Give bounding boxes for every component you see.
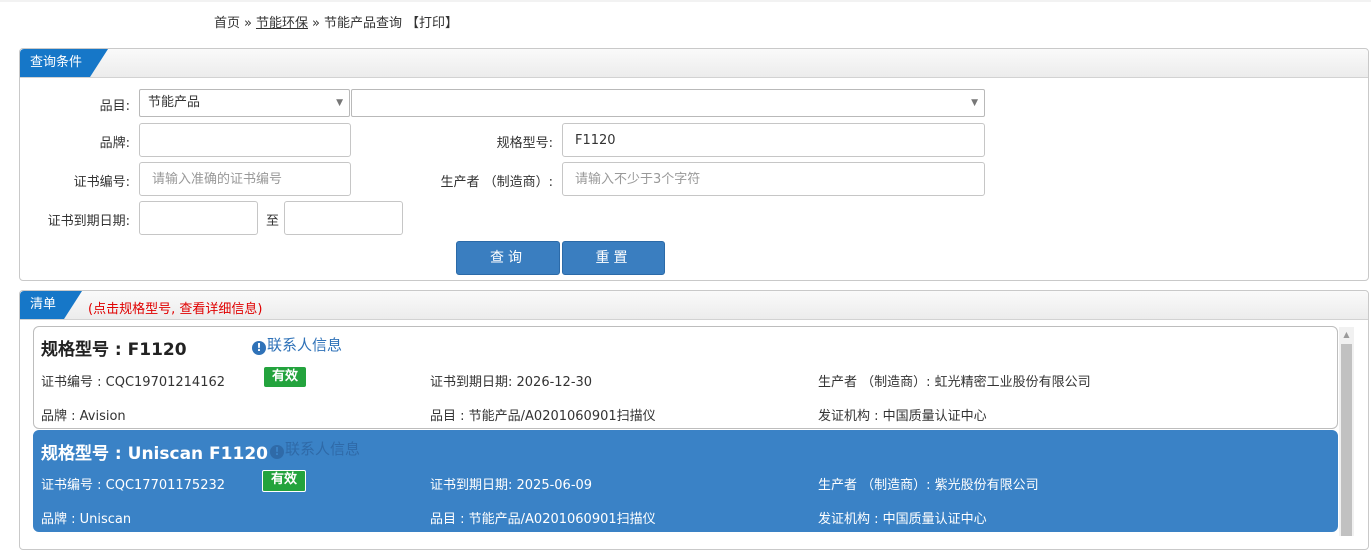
brand: 品牌 : Avision [41, 409, 126, 424]
category-select-value: 节能产品 [148, 95, 201, 110]
list-panel-header: 清单 (点击规格型号, 查看详细信息) [20, 291, 1368, 320]
breadcrumb-home[interactable]: 首页 [214, 16, 240, 31]
info-icon: ! [270, 445, 284, 459]
expiry-date-to-input[interactable] [284, 201, 403, 235]
manufacturer: 生产者 （制造商）: 紫光股份有限公司 [818, 478, 1039, 493]
issuer: 发证机构 : 中国质量认证中心 [818, 512, 987, 527]
chevron-down-icon: ▼ [336, 98, 343, 108]
breadcrumb-section-link[interactable]: 节能环保 [256, 16, 308, 31]
list-item[interactable]: 规格型号 : F1120 ! 联系人信息 证书编号 : CQC1970121416… [33, 326, 1338, 429]
cert-number-input[interactable] [139, 162, 351, 196]
expiry-date-from-input[interactable] [139, 201, 258, 235]
category: 品目 : 节能产品/A0201060901扫描仪 [430, 512, 656, 527]
model-label: 规格型号: [496, 136, 553, 151]
subcategory-select[interactable]: ▼ [351, 89, 985, 117]
list-panel-title: 清单 [20, 291, 82, 319]
scroll-up-arrow-icon[interactable]: ▲ [1339, 328, 1354, 342]
manufacturer: 生产者 （制造商）: 虹光精密工业股份有限公司 [818, 375, 1091, 390]
expiry-date: 证书到期日期: 2025-06-09 [430, 478, 593, 493]
list-hint: (点击规格型号, 查看详细信息) [88, 302, 263, 317]
query-panel-header: 查询条件 [20, 49, 1368, 78]
manufacturer-input[interactable] [562, 162, 985, 196]
list-item[interactable]: 规格型号 : Uniscan F1120 ! 联系人信息 证书编号 : CQC17… [33, 430, 1338, 532]
query-panel-title: 查询条件 [20, 49, 108, 77]
reset-button[interactable]: 重置 [562, 241, 665, 275]
status-badge: 有效 [264, 367, 307, 387]
model-link[interactable]: 规格型号 : Uniscan F1120 [41, 439, 268, 464]
breadcrumb-separator: » [244, 16, 252, 31]
cert-number: 证书编号 : CQC17701175232 [41, 478, 226, 493]
category-label: 品目: [99, 99, 130, 114]
contact-info-link[interactable]: ! 联系人信息 [252, 334, 342, 355]
manufacturer-label: 生产者 （制造商）: [440, 175, 553, 190]
search-button[interactable]: 查询 [456, 241, 560, 275]
cert-number-label: 证书编号: [73, 175, 130, 190]
status-badge: 有效 [262, 470, 307, 492]
category-select[interactable]: 节能产品 ▼ [139, 89, 350, 117]
date-range-separator: 至 [265, 214, 279, 229]
top-border [0, 0, 1371, 2]
expiry-date-label: 证书到期日期: [47, 214, 130, 229]
expiry-date: 证书到期日期: 2026-12-30 [430, 375, 593, 390]
model-input[interactable] [562, 123, 985, 157]
category: 品目 : 节能产品/A0201060901扫描仪 [430, 409, 656, 424]
contact-info-label: 联系人信息 [285, 440, 361, 458]
brand-input[interactable] [139, 123, 351, 157]
issuer: 发证机构 : 中国质量认证中心 [818, 409, 987, 424]
breadcrumb-current: 节能产品查询 [323, 16, 402, 31]
brand-label: 品牌: [99, 136, 130, 151]
chevron-down-icon: ▼ [971, 98, 978, 108]
brand: 品牌 : Uniscan [41, 512, 132, 527]
contact-info-link[interactable]: ! 联系人信息 [270, 438, 360, 459]
contact-info-label: 联系人信息 [267, 336, 343, 354]
breadcrumb: 首页» 节能环保» 节能产品查询 【打印】 [214, 12, 458, 31]
breadcrumb-separator: » [312, 16, 320, 31]
cert-number: 证书编号 : CQC19701214162 [41, 375, 226, 390]
info-icon: ! [252, 341, 266, 355]
print-link[interactable]: 【打印】 [406, 16, 458, 31]
model-link[interactable]: 规格型号 : F1120 [41, 335, 187, 360]
scrollbar-thumb[interactable] [1341, 344, 1352, 536]
